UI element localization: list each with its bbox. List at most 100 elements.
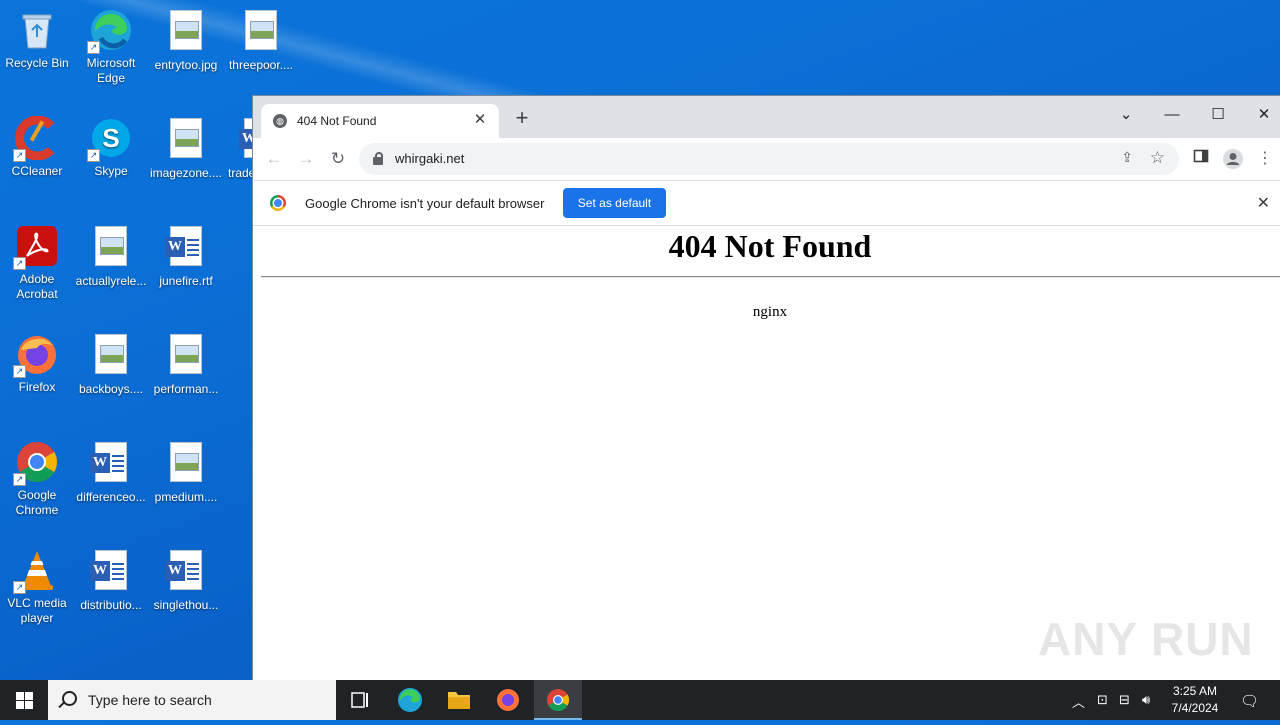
volume-icon[interactable]: 🔊︎ [1142, 692, 1150, 708]
server-signature: nginx [752, 304, 788, 320]
taskbar-edge[interactable] [386, 680, 434, 720]
desktop-icon-adobe-acrobat[interactable]: ↗ Adobe Acrobat [0, 224, 74, 302]
folder-icon [448, 692, 470, 709]
taskbar-firefox[interactable] [484, 680, 532, 720]
desktop-icon-junefire[interactable]: W junefire.rtf [149, 226, 223, 289]
url-text: whirgaki.net [395, 151, 465, 166]
desktop-icon-ccleaner[interactable]: ↗ CCleaner [0, 115, 74, 179]
desktop-icon-performan[interactable]: performan... [149, 334, 223, 397]
show-hidden-icons-chevron-icon[interactable]: ︿ [1072, 692, 1085, 711]
skype-icon: S ↗ [87, 116, 133, 162]
notifications-icon[interactable]: 🗨︎ [1240, 692, 1259, 710]
desktop-icon-recycle-bin[interactable]: Recycle Bin [0, 8, 74, 71]
desktop-icon-imagezone[interactable]: imagezone.... [149, 118, 223, 181]
shortcut-arrow-icon: ↗ [87, 149, 100, 162]
desktop-icon-threepoor[interactable]: threepoor.... [224, 10, 298, 73]
shortcut-arrow-icon: ↗ [13, 149, 26, 162]
reload-icon[interactable]: ↻ [327, 148, 349, 170]
desktop-icon-google-chrome[interactable]: ↗ Google Chrome [0, 440, 74, 518]
taskbar-chrome[interactable] [534, 680, 582, 720]
task-view-icon [351, 692, 368, 708]
task-view-button[interactable] [336, 680, 384, 720]
desktop-icon-label: actuallyrele... [75, 274, 147, 288]
desktop-icon-distributio[interactable]: W distributio... [74, 550, 148, 613]
chrome-icon [547, 689, 569, 711]
desktop-icon-vlc[interactable]: ↗ VLC media player [0, 548, 74, 626]
close-window-button[interactable]: ✕ [1241, 102, 1280, 128]
image-file-icon [95, 226, 127, 266]
shortcut-arrow-icon: ↗ [13, 365, 26, 378]
network-icon[interactable]: ⊟ [1119, 692, 1130, 708]
desktop-icon-label: Firefox [18, 380, 56, 394]
image-file-icon [170, 118, 202, 158]
taskbar: Type here to search ︿ ⊡ ⊟ 🔊︎ 3:25 AM 7/4… [0, 680, 1280, 720]
address-bar[interactable]: whirgaki.net ⇪ ☆ [359, 143, 1179, 175]
infobar-message: Google Chrome isn't your default browser [305, 196, 545, 211]
desktop-icon-label: Skype [94, 164, 128, 178]
chrome-window: ◍ 404 Not Found ✕ + ⌄ — ☐ ✕ ← → ↻ whirga… [253, 96, 1280, 680]
anyrun-watermark: ANY RUN [1038, 613, 1254, 665]
word-file-icon: W [90, 442, 127, 482]
desktop-icon-label: entrytoo.jpg [154, 58, 218, 72]
meet-now-icon[interactable]: ⊡ [1097, 692, 1108, 708]
infobar-close-icon[interactable]: ✕ [1257, 193, 1270, 213]
desktop-icon-label: performan... [153, 382, 219, 396]
acrobat-icon: ↗ [13, 224, 59, 270]
back-arrow-icon[interactable]: ← [263, 148, 285, 170]
taskbar-search-box[interactable]: Type here to search [48, 680, 336, 720]
system-clock[interactable]: 3:25 AM 7/4/2024 [1160, 683, 1230, 717]
svg-text:S: S [102, 123, 119, 153]
set-as-default-button[interactable]: Set as default [563, 188, 666, 218]
desktop-icon-backboys[interactable]: backboys.... [74, 334, 148, 397]
desktop-icon-firefox[interactable]: ↗ Firefox [0, 332, 74, 395]
word-file-icon: W [165, 226, 202, 266]
image-file-icon [245, 10, 277, 50]
desktop-icon-label: Adobe Acrobat [16, 272, 58, 301]
desktop-icon-label: pmedium.... [154, 490, 218, 504]
firefox-icon: ↗ [13, 332, 59, 378]
taskbar-file-explorer[interactable] [435, 680, 483, 720]
desktop-icon-edge[interactable]: ↗ Microsoft Edge [74, 8, 148, 86]
desktop-icon-label: Microsoft Edge [86, 56, 136, 85]
desktop-icon-label: singlethou... [153, 598, 219, 612]
tab-strip: ◍ 404 Not Found ✕ + ⌄ — ☐ ✕ [253, 96, 1280, 138]
desktop-icon-trade[interactable]: W trade [222, 118, 252, 181]
desktop-icon-label: imagezone.... [149, 166, 223, 180]
start-button[interactable] [0, 680, 48, 720]
image-file-icon [170, 10, 202, 50]
search-icon [62, 691, 77, 706]
word-file-icon: W [239, 118, 252, 158]
desktop-icon-skype[interactable]: S ↗ Skype [74, 116, 148, 179]
forward-arrow-icon[interactable]: → [295, 148, 317, 170]
desktop-icon-differenceo[interactable]: W differenceo... [74, 442, 148, 505]
side-panel-icon[interactable] [1190, 148, 1212, 170]
desktop-icon-label: threepoor.... [228, 58, 294, 72]
maximize-button[interactable]: ☐ [1195, 102, 1241, 128]
close-tab-icon[interactable]: ✕ [471, 111, 489, 129]
minimize-button[interactable]: — [1149, 102, 1195, 128]
desktop-icon-label: trade [228, 166, 252, 180]
divider [261, 276, 1280, 278]
image-file-icon [170, 442, 202, 482]
desktop-icon-entrytoo[interactable]: entrytoo.jpg [149, 10, 223, 73]
desktop-icon-actuallyrele[interactable]: actuallyrele... [74, 226, 148, 289]
bookmark-star-icon[interactable]: ☆ [1150, 148, 1165, 168]
edge-icon [398, 688, 422, 712]
firefox-icon [497, 689, 519, 711]
shortcut-arrow-icon: ↗ [87, 41, 100, 54]
share-icon[interactable]: ⇪ [1121, 149, 1133, 166]
tab-search-chevron-icon[interactable]: ⌄ [1103, 102, 1149, 128]
tab-title: 404 Not Found [297, 114, 377, 128]
shortcut-arrow-icon: ↗ [13, 473, 26, 486]
menu-kebab-icon[interactable]: ⋮ [1254, 148, 1276, 170]
desktop-icon-label: differenceo... [76, 490, 146, 504]
new-tab-button[interactable]: + [511, 107, 533, 130]
desktop-icon-singlethou[interactable]: W singlethou... [149, 550, 223, 613]
clock-date: 7/4/2024 [1171, 701, 1219, 715]
desktop-icon-pmedium[interactable]: pmedium.... [149, 442, 223, 505]
tab-404-not-found[interactable]: ◍ 404 Not Found ✕ [261, 104, 499, 138]
profile-avatar-icon[interactable] [1222, 148, 1244, 170]
image-file-icon [170, 334, 202, 374]
shortcut-arrow-icon: ↗ [13, 581, 26, 594]
clock-time: 3:25 AM [1172, 684, 1218, 698]
